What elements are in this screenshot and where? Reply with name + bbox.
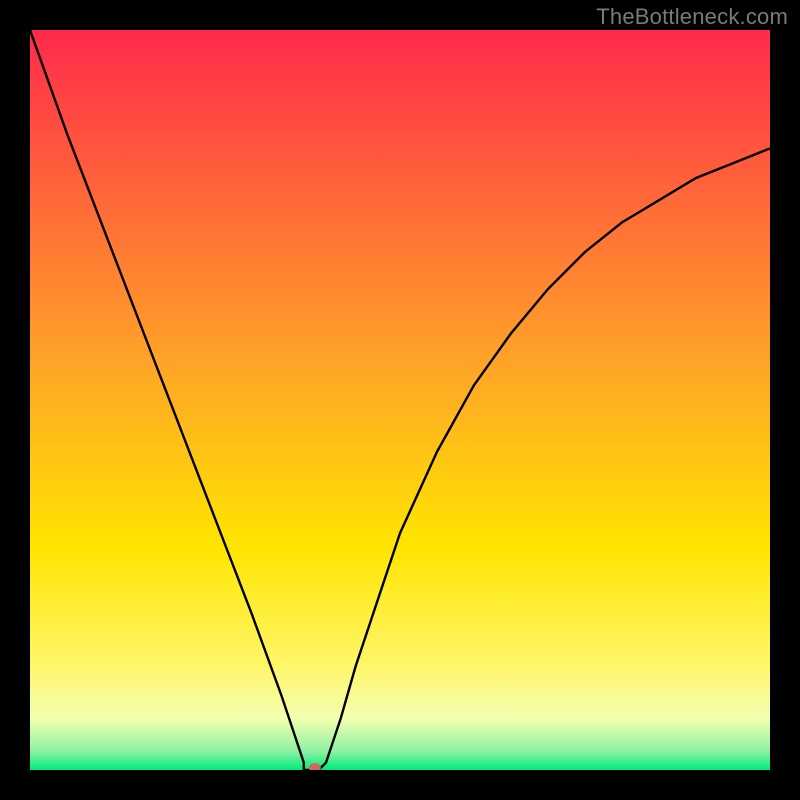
chart-background	[30, 30, 770, 770]
chart-frame: TheBottleneck.com	[0, 0, 800, 800]
chart-svg	[30, 30, 770, 770]
watermark-text: TheBottleneck.com	[596, 4, 788, 30]
bottleneck-chart	[30, 30, 770, 770]
